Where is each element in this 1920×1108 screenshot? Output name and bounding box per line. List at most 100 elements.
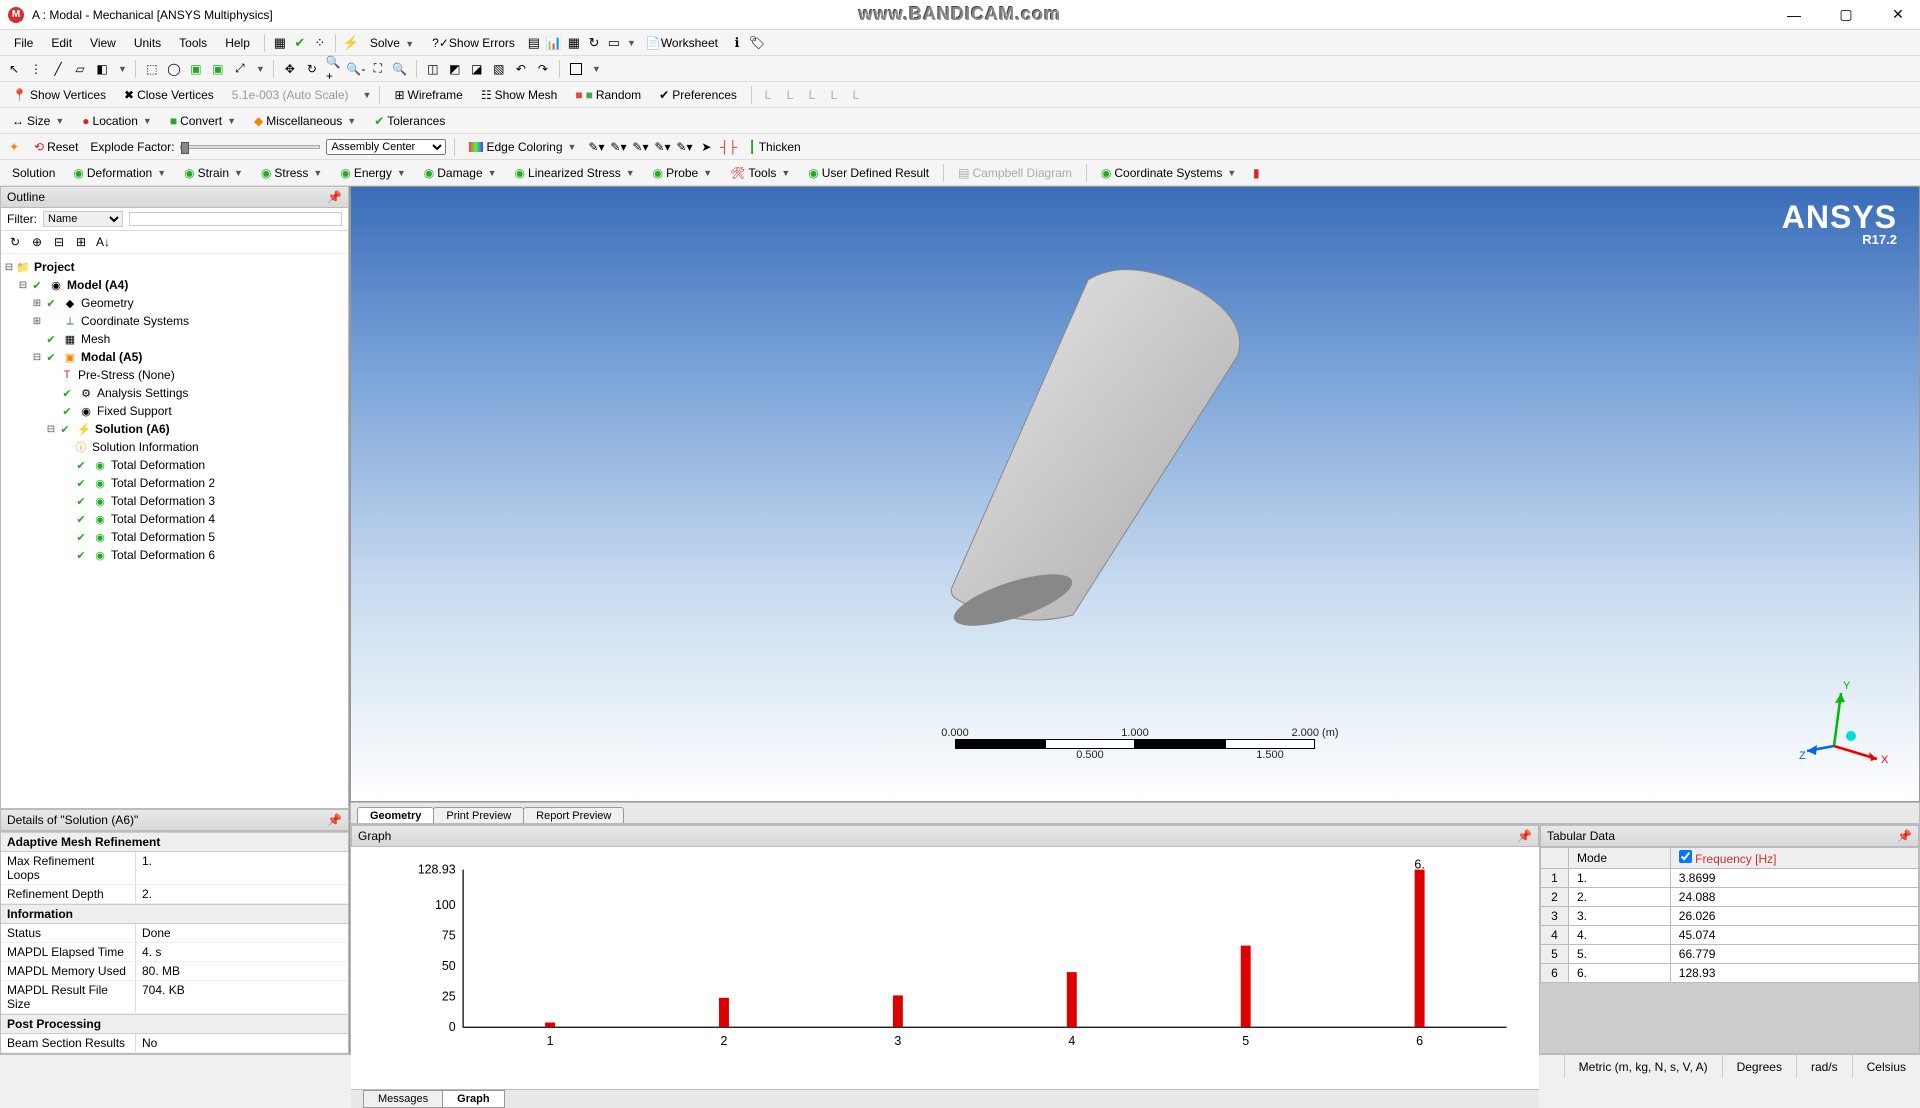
table-icon[interactable]: ▦ — [565, 34, 583, 52]
arrow-icon[interactable]: ➤ — [698, 139, 714, 155]
thicken-button[interactable]: ┃Thicken — [742, 138, 806, 156]
reset-button[interactable]: ⟲Reset — [28, 138, 84, 156]
doc-icon[interactable]: ▭ — [605, 34, 623, 52]
tree-solution[interactable]: ⊟✔⚡Solution (A6) — [3, 420, 346, 438]
table-row[interactable]: 55.66.779 — [1541, 945, 1919, 964]
pan-icon[interactable]: ✥ — [282, 61, 298, 77]
close-button[interactable]: ✕ — [1884, 5, 1912, 25]
coord-icon[interactable]: ▮ — [1248, 165, 1264, 181]
filter-input[interactable] — [129, 212, 342, 226]
blank-icon[interactable] — [568, 61, 584, 77]
details-row[interactable]: MAPDL Elapsed Time4. s — [1, 943, 348, 962]
menu-view[interactable]: View — [82, 33, 124, 53]
body-select-icon[interactable]: ◧ — [94, 61, 110, 77]
pin-icon-4[interactable]: 📌 — [1897, 829, 1912, 843]
details-row[interactable]: Beam Section ResultsNo — [1, 1034, 348, 1053]
show-errors-button[interactable]: ?✓Show Errors — [424, 33, 523, 53]
box-select-icon[interactable]: ⬚ — [144, 61, 160, 77]
tree-td1[interactable]: ✔◉Total Deformation — [3, 456, 346, 474]
size-dropdown[interactable]: ↔Size▼ — [6, 112, 70, 130]
tree-model[interactable]: ⊟✔◉Model (A4) — [3, 276, 346, 294]
solve-button[interactable]: Solve ▼ — [362, 33, 422, 53]
tree-td6[interactable]: ✔◉Total Deformation 6 — [3, 546, 346, 564]
tools-dropdown[interactable]: 🛠Tools▼ — [724, 164, 796, 182]
convert-dropdown[interactable]: ■Convert▼ — [164, 112, 242, 130]
close-vertices-button[interactable]: ✖Close Vertices — [118, 86, 220, 104]
table-row[interactable]: 22.24.088 — [1541, 888, 1919, 907]
menu-tools[interactable]: Tools — [171, 33, 215, 53]
wireframe-button[interactable]: ⊞Wireframe — [388, 86, 468, 104]
refresh-tree-icon[interactable]: ↻ — [7, 234, 23, 250]
tree-mesh[interactable]: ✔▦Mesh — [3, 330, 346, 348]
tree-modal[interactable]: ⊟✔▣Modal (A5) — [3, 348, 346, 366]
cube2-icon[interactable]: ▣ — [210, 61, 226, 77]
refresh-icon[interactable]: ↻ — [585, 34, 603, 52]
campbell-button[interactable]: ▤Campbell Diagram — [952, 164, 1078, 182]
tree-coord[interactable]: ⊞ ⟂Coordinate Systems — [3, 312, 346, 330]
toolbar-icon[interactable]: ▦ — [271, 34, 289, 52]
extend-icon[interactable]: ⤢ — [232, 61, 248, 77]
edge-coloring-dropdown[interactable]: Edge Coloring▼ — [463, 138, 582, 156]
damage-dropdown[interactable]: ◉Damage▼ — [418, 164, 503, 182]
bars-icon[interactable]: ┤├ — [720, 139, 736, 155]
view-prev-icon[interactable]: ↶ — [513, 61, 529, 77]
axis5-icon[interactable]: L — [848, 87, 864, 103]
info-icon[interactable]: ℹ — [728, 34, 746, 52]
axis3-icon[interactable]: L — [804, 87, 820, 103]
zoom-fit-icon[interactable]: ⛶ — [370, 61, 386, 77]
view-top-icon[interactable]: ◪ — [469, 61, 485, 77]
location-dropdown[interactable]: ●Location▼ — [76, 112, 158, 130]
preferences-button[interactable]: ✔Preferences — [653, 86, 743, 104]
edge1-icon[interactable]: ✎▾ — [588, 139, 604, 155]
probe-dropdown[interactable]: ◉Probe▼ — [647, 164, 718, 182]
minimize-button[interactable]: — — [1780, 5, 1808, 25]
vertex-select-icon[interactable]: ⋮ — [28, 61, 44, 77]
tab-geometry[interactable]: Geometry — [357, 807, 434, 823]
tree-td4[interactable]: ✔◉Total Deformation 4 — [3, 510, 346, 528]
tree-fixed[interactable]: ✔◉Fixed Support — [3, 402, 346, 420]
tree-project[interactable]: ⊟📁Project — [3, 258, 346, 276]
zoom-out-icon[interactable]: 🔍- — [348, 61, 364, 77]
edge2-icon[interactable]: ✎▾ — [610, 139, 626, 155]
table-row[interactable]: 11.3.8699 — [1541, 869, 1919, 888]
dots-icon[interactable]: ⁘ — [311, 34, 329, 52]
tolerances-button[interactable]: ✔Tolerances — [368, 112, 451, 130]
stress-dropdown[interactable]: ◉Stress▼ — [255, 164, 328, 182]
pin-icon-2[interactable]: 📌 — [327, 813, 342, 827]
view-next-icon[interactable]: ↷ — [535, 61, 551, 77]
strain-dropdown[interactable]: ◉Strain▼ — [178, 164, 249, 182]
misc-dropdown[interactable]: ◆Miscellaneous▼ — [248, 112, 362, 130]
edge-select-icon[interactable]: ╱ — [50, 61, 66, 77]
menu-units[interactable]: Units — [126, 33, 169, 53]
tree-geometry[interactable]: ⊞✔◆Geometry — [3, 294, 346, 312]
3d-viewport[interactable]: ANSYS R17.2 0.0001.0002.000 (m) 0.5001.5… — [350, 186, 1920, 802]
sort-icon[interactable]: A↓ — [95, 234, 111, 250]
explode-icon[interactable]: ✦ — [6, 139, 22, 155]
cube-icon[interactable]: ▣ — [188, 61, 204, 77]
edge5-icon[interactable]: ✎▾ — [676, 139, 692, 155]
tag-icon[interactable]: 🏷 — [748, 34, 766, 52]
col-rownum[interactable] — [1541, 848, 1569, 869]
grid-icon[interactable]: ▤ — [525, 34, 543, 52]
energy-dropdown[interactable]: ◉Energy▼ — [334, 164, 411, 182]
details-row[interactable]: Refinement Depth2. — [1, 885, 348, 904]
table-row[interactable]: 33.26.026 — [1541, 907, 1919, 926]
pin-icon-3[interactable]: 📌 — [1517, 829, 1532, 843]
tree-td3[interactable]: ✔◉Total Deformation 3 — [3, 492, 346, 510]
assembly-center-select[interactable]: Assembly Center — [326, 139, 446, 155]
menu-edit[interactable]: Edit — [43, 33, 80, 53]
view-front-icon[interactable]: ◫ — [425, 61, 441, 77]
triad-icon[interactable]: X Y Z — [1799, 681, 1889, 771]
details-row[interactable]: MAPDL Memory Used80. MB — [1, 962, 348, 981]
col-frequency[interactable]: Frequency [Hz] — [1670, 848, 1918, 869]
details-row[interactable]: StatusDone — [1, 924, 348, 943]
udr-button[interactable]: ◉User Defined Result — [802, 164, 935, 182]
collapse-icon[interactable]: ⊟ — [51, 234, 67, 250]
deformation-dropdown[interactable]: ◉Deformation▼ — [67, 164, 172, 182]
zoom-in-icon[interactable]: 🔍+ — [326, 61, 342, 77]
show-vertices-button[interactable]: 📍Show Vertices — [6, 86, 112, 104]
table-row[interactable]: 66.128.93 — [1541, 964, 1919, 983]
lasso-icon[interactable]: ◯ — [166, 61, 182, 77]
show-mesh-button[interactable]: ☷Show Mesh — [475, 86, 563, 104]
menu-file[interactable]: File — [6, 33, 41, 53]
